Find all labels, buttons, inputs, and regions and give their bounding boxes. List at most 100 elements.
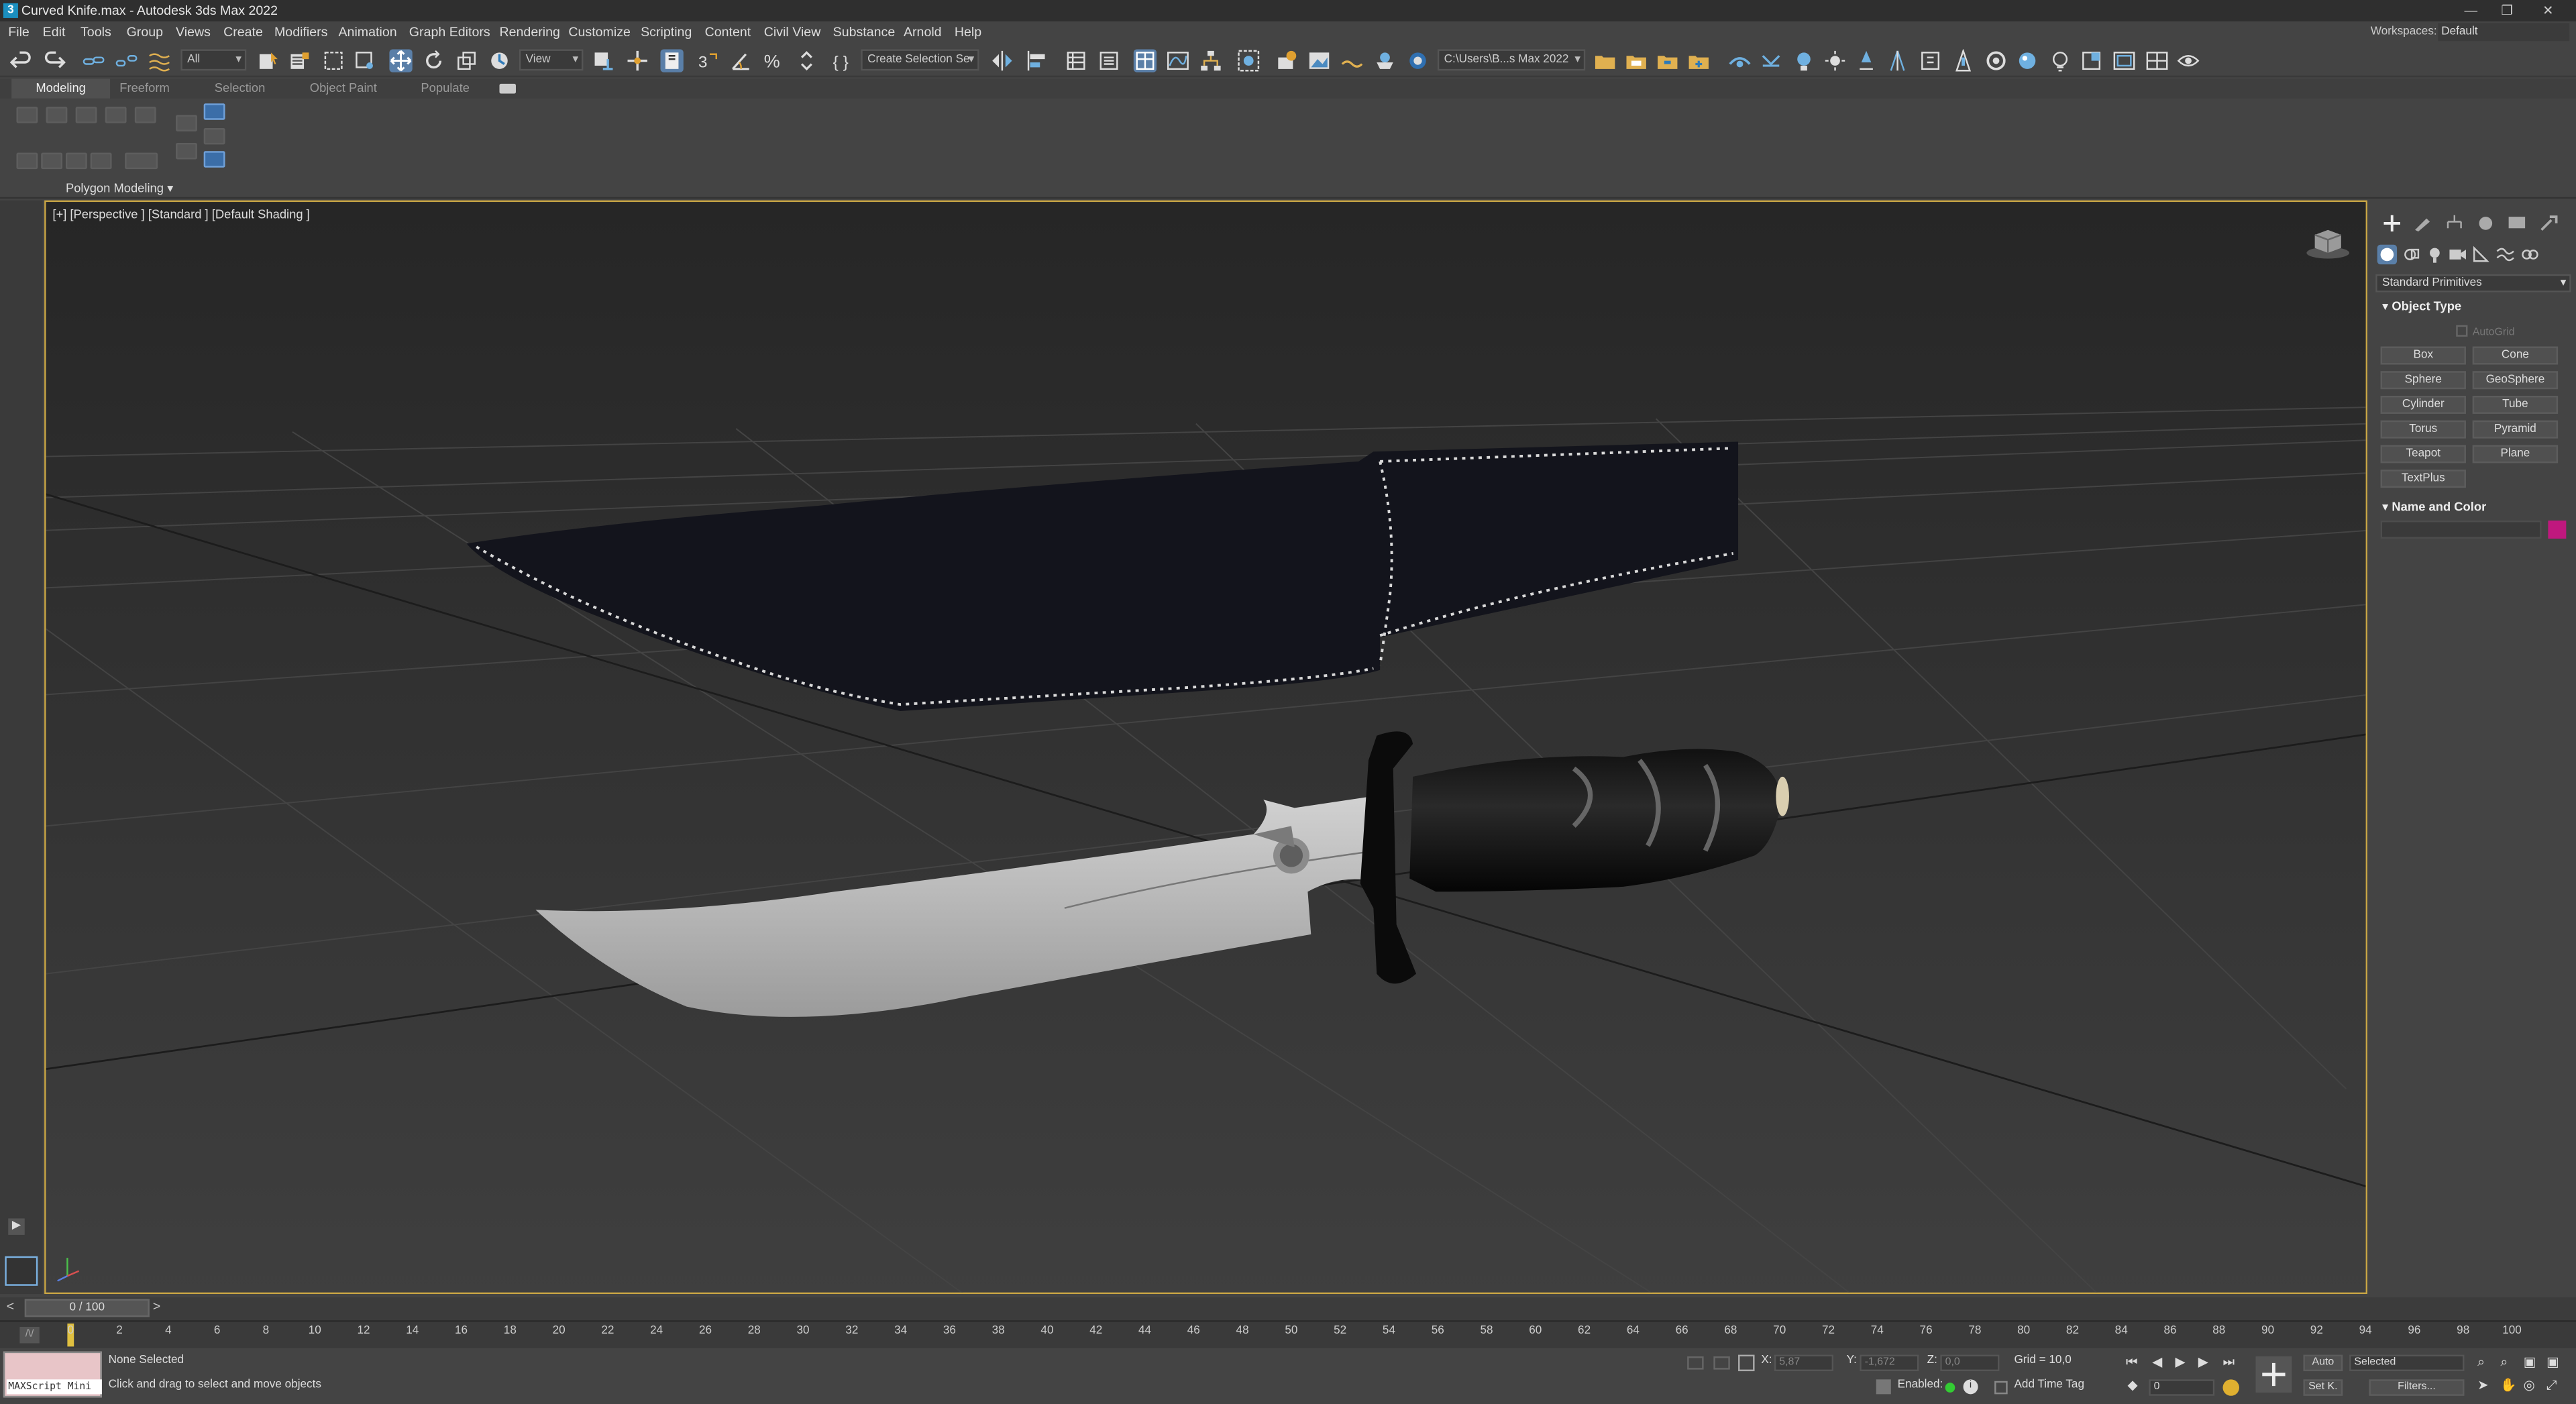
menu-substance[interactable]: Substance	[833, 23, 896, 42]
menu-content[interactable]: Content	[705, 23, 751, 42]
menu-tools[interactable]: Tools	[80, 23, 111, 42]
sphere-button[interactable]: Sphere	[2380, 371, 2466, 390]
geometry-icon[interactable]	[2377, 244, 2398, 265]
angle-snap-icon[interactable]	[729, 49, 752, 72]
orbit-icon[interactable]: ◎	[2524, 1378, 2535, 1393]
zoom-extents-icon[interactable]: ▣	[2524, 1355, 2536, 1370]
open-folder-icon[interactable]	[1625, 49, 1648, 72]
asset-tracking-icon[interactable]	[1687, 49, 1710, 72]
menu-customize[interactable]: Customize	[568, 23, 631, 42]
pan-view-icon[interactable]: ✋	[2500, 1378, 2516, 1393]
track-bar[interactable]: /\/ 0 2 4 6 8 10 12 14 16 18 20 22 24 26 28 30 32 34 36 38 4…	[0, 1320, 2576, 1348]
render-setup-icon[interactable]	[1275, 49, 1297, 72]
eye-icon[interactable]	[2177, 49, 2200, 72]
object-color-swatch[interactable]	[2548, 521, 2567, 539]
play-icon[interactable]: ▶	[8, 1218, 25, 1235]
zoom-extents-all-icon[interactable]: ▣	[2546, 1355, 2559, 1370]
tab-populate[interactable]: Populate	[399, 79, 491, 99]
systems-icon[interactable]	[2520, 245, 2540, 264]
absolute-mode-icon[interactable]	[1738, 1354, 1755, 1372]
maximize-viewport-icon[interactable]: ⤢	[2546, 1378, 2557, 1394]
snaps-toggle-icon[interactable]: 3	[696, 49, 719, 72]
tab-selection[interactable]: Selection	[193, 79, 288, 99]
material-editor-icon[interactable]	[1237, 49, 1260, 72]
ribbon-tool-icon[interactable]	[105, 107, 127, 123]
cylinder-button[interactable]: Cylinder	[2380, 395, 2466, 414]
hierarchy-tab-icon[interactable]	[2443, 213, 2466, 233]
play-animation-icon[interactable]: ▶	[2175, 1355, 2185, 1370]
goto-start-icon[interactable]: ⏮	[2126, 1355, 2138, 1371]
schematic-view-icon[interactable]	[1199, 49, 1222, 72]
plane-button[interactable]: Plane	[2472, 445, 2559, 464]
zoom-all-icon[interactable]: ⌕	[2500, 1355, 2508, 1371]
helpers-icon[interactable]	[2471, 245, 2490, 264]
menu-group[interactable]: Group	[127, 23, 163, 42]
time-prev-icon[interactable]: <	[7, 1299, 14, 1313]
key-mode-icon[interactable]: ◆	[2127, 1378, 2137, 1393]
cone-button[interactable]: Cone	[2472, 346, 2559, 365]
key-filters-button[interactable]: Filters...	[2369, 1379, 2465, 1396]
shapes-icon[interactable]	[2402, 245, 2421, 264]
object-name-field[interactable]	[2380, 521, 2542, 539]
minimize-button[interactable]: —	[2453, 0, 2489, 21]
x-coord-field[interactable]: 5,87	[1774, 1354, 1834, 1372]
tab-object-paint[interactable]: Object Paint	[292, 79, 394, 99]
sun-light-icon[interactable]	[1823, 49, 1846, 72]
undo-icon[interactable]	[9, 49, 33, 72]
ribbon-tool-icon[interactable]	[90, 152, 112, 170]
render-production-icon[interactable]	[1340, 49, 1363, 72]
tag-icon[interactable]	[1994, 1381, 2008, 1395]
ribbon-tool-icon[interactable]	[125, 152, 158, 170]
pyramid-button[interactable]: Pyramid	[2472, 420, 2559, 439]
select-and-manipulate-icon[interactable]	[626, 49, 649, 72]
close-button[interactable]: ✕	[2530, 0, 2566, 21]
render-in-cloud-icon[interactable]	[1373, 49, 1396, 72]
prev-frame-icon[interactable]: ◀	[2152, 1355, 2162, 1370]
curve-editor-icon[interactable]	[1167, 49, 1189, 72]
create-tab-icon[interactable]	[2381, 213, 2404, 233]
box-button[interactable]: Box	[2380, 346, 2466, 365]
viewcube-icon[interactable]	[2305, 225, 2351, 261]
bind-space-warp-icon[interactable]	[148, 49, 170, 72]
lock-selection-icon[interactable]	[1713, 1356, 1730, 1370]
menu-graph-editors[interactable]: Graph Editors	[409, 23, 490, 42]
arnold-render-icon[interactable]	[1728, 49, 1751, 72]
goto-end-icon[interactable]: ⏭	[2222, 1355, 2235, 1371]
z-coord-field[interactable]: 0,0	[1940, 1354, 2000, 1372]
safe-frame-icon[interactable]	[2112, 49, 2135, 72]
operator-graph-icon[interactable]	[1951, 49, 1974, 72]
light-bulb-icon[interactable]	[2049, 49, 2072, 72]
workspaces-select[interactable]: Default	[2438, 23, 2570, 42]
select-and-move-icon[interactable]	[389, 49, 413, 72]
toggle-layer-explorer-icon[interactable]	[1097, 49, 1120, 72]
toggle-scene-explorer-icon[interactable]	[1065, 49, 1087, 72]
key-filter-select[interactable]: Selected	[2349, 1354, 2465, 1372]
edit-named-selection-icon[interactable]: { }	[831, 49, 854, 72]
menu-civil-view[interactable]: Civil View	[764, 23, 821, 42]
material-library-icon[interactable]	[1984, 49, 2007, 72]
selection-filter-select[interactable]: All	[180, 49, 247, 71]
align-icon[interactable]	[1025, 49, 1048, 72]
quad-view-icon[interactable]	[2145, 49, 2168, 72]
cameras-icon[interactable]	[2448, 245, 2467, 264]
menu-scripting[interactable]: Scripting	[641, 23, 692, 42]
ribbon-tool-icon[interactable]	[41, 152, 63, 170]
ribbon-tool-icon[interactable]	[134, 107, 156, 123]
name-and-color-rollout-title[interactable]: ▾ Name and Color	[2382, 499, 2486, 514]
info-icon[interactable]: i	[1963, 1379, 1978, 1395]
photometric-light-icon[interactable]	[1855, 49, 1878, 72]
reference-coordinate-select[interactable]: View	[519, 49, 584, 71]
modify-tab-icon[interactable]	[2412, 213, 2434, 233]
tube-button[interactable]: Tube	[2472, 395, 2559, 414]
redo-icon[interactable]	[43, 49, 66, 72]
set-key-icon[interactable]	[2255, 1356, 2292, 1393]
perspective-viewport[interactable]: [+] [Perspective ] [Standard ] [Default …	[44, 200, 2368, 1295]
ribbon-tool-icon[interactable]	[75, 107, 97, 123]
geosphere-button[interactable]: GeoSphere	[2472, 371, 2559, 390]
menu-animation[interactable]: Animation	[338, 23, 396, 42]
add-time-tag[interactable]: Add Time Tag	[2014, 1379, 2084, 1391]
field-of-view-icon[interactable]: ➤	[2477, 1378, 2488, 1393]
maximize-button[interactable]: ❐	[2489, 0, 2525, 21]
current-frame-field[interactable]: 0	[2149, 1379, 2215, 1396]
enabled-indicator-icon[interactable]	[1945, 1383, 1955, 1393]
